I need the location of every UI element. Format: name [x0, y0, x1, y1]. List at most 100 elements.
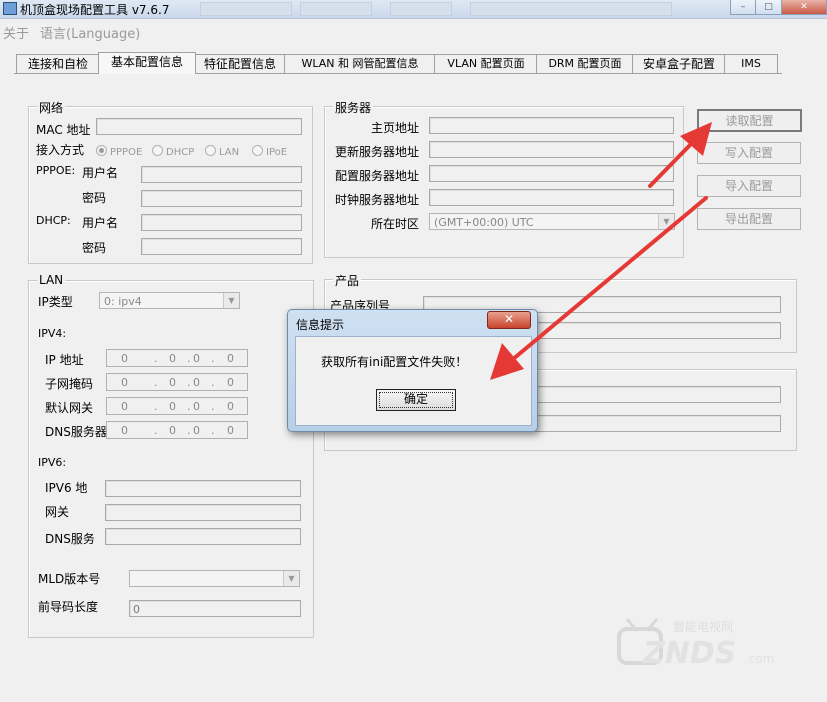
ip-octet: 0 — [169, 424, 176, 437]
close-window-button[interactable]: ✕ — [781, 0, 827, 15]
pppoe-username-field[interactable] — [141, 166, 302, 183]
config-server-field[interactable] — [429, 165, 674, 182]
import-config-button[interactable]: 导入配置 — [697, 175, 801, 197]
ip-dot: . — [211, 352, 215, 365]
title-bar: 机顶盒现场配置工具 v7.6.7 – □ ✕ — [0, 0, 827, 19]
tab-android-box[interactable]: 安卓盒子配置 — [632, 54, 726, 73]
dialog-ok-button[interactable]: 确定 — [376, 389, 456, 411]
timezone-label: 所在时区 — [371, 217, 420, 231]
ipv6-dns-label: DNS服务 — [45, 532, 95, 546]
network-legend: 网络 — [37, 99, 66, 116]
tab-basic-config[interactable]: 基本配置信息 — [98, 52, 196, 74]
ip-octet: 0 — [121, 376, 128, 389]
pppoe-password-field[interactable] — [141, 190, 302, 207]
ip-type-select[interactable]: 0: ipv4 ▼ — [99, 292, 240, 309]
watermark-suffix: .com — [745, 652, 774, 666]
ipv6-label: IPV6: — [38, 456, 67, 469]
pppoe-label: PPPOE: — [36, 164, 76, 177]
ip-address-input[interactable]: 0. 0. 0. 0 — [106, 349, 248, 367]
timezone-select[interactable]: (GMT+00:00) UTC ▼ — [429, 213, 675, 230]
tab-strip: 连接和自检 基本配置信息 特征配置信息 WLAN 和 网管配置信息 VLAN 配… — [14, 52, 784, 74]
tab-drm[interactable]: DRM 配置页面 — [536, 54, 634, 73]
window-title: 机顶盒现场配置工具 v7.6.7 — [20, 3, 170, 17]
background-tab-placeholder — [300, 2, 372, 16]
ip-octet: 0 — [121, 352, 128, 365]
mld-version-select[interactable]: ▼ — [129, 570, 300, 587]
ipv4-label: IPV4: — [38, 327, 67, 340]
radio-pppoe[interactable]: PPPOE — [96, 145, 142, 158]
ip-octet: 0 — [193, 424, 200, 437]
ipv6-address-field[interactable] — [105, 480, 301, 497]
prefix-length-label: 前导码长度 — [38, 600, 99, 614]
ip-dot: . — [154, 376, 158, 389]
pppoe-username-label: 用户名 — [82, 166, 119, 180]
radio-pppoe-label: PPPOE — [110, 147, 143, 158]
ip-octet: 0 — [227, 400, 234, 413]
subnet-mask-input[interactable]: 0. 0. 0. 0 — [106, 373, 248, 391]
dialog-title: 信息提示 — [296, 318, 345, 332]
znds-watermark: 智能电视网 ZNDS .com — [617, 618, 774, 671]
dhcp-label: DHCP: — [36, 214, 71, 227]
dns-server-input[interactable]: 0. 0. 0. 0 — [106, 421, 248, 439]
clock-server-label: 时钟服务器地址 — [335, 193, 420, 207]
ip-octet: 0 — [169, 400, 176, 413]
dhcp-password-label: 密码 — [82, 241, 107, 255]
dialog-message: 获取所有ini配置文件失败！ — [321, 355, 468, 369]
tab-connect-selfcheck[interactable]: 连接和自检 — [16, 54, 100, 73]
ip-dot: . — [211, 424, 215, 437]
update-server-field[interactable] — [429, 141, 674, 158]
background-tab-placeholder — [390, 2, 452, 16]
access-mode-label: 接入方式 — [36, 143, 85, 157]
radio-dhcp[interactable]: DHCP — [152, 145, 194, 158]
read-config-button[interactable]: 读取配置 — [697, 109, 802, 132]
mld-version-label: MLD版本号 — [38, 572, 101, 586]
dhcp-username-field[interactable] — [141, 214, 302, 231]
ip-type-value: 0: ipv4 — [104, 295, 142, 308]
product-legend: 产品 — [333, 272, 362, 289]
clock-server-field[interactable] — [429, 189, 674, 206]
ipv6-dns-field[interactable] — [105, 528, 301, 545]
prefix-length-field[interactable]: 0 — [129, 600, 301, 617]
ip-octet: 0 — [121, 424, 128, 437]
write-config-button[interactable]: 写入配置 — [697, 142, 801, 164]
maximize-button[interactable]: □ — [755, 0, 782, 15]
tab-wlan-netmgmt[interactable]: WLAN 和 网管配置信息 — [284, 54, 436, 73]
ip-address-label: IP 地址 — [45, 353, 84, 367]
ip-dot: . — [187, 400, 191, 413]
update-server-label: 更新服务器地址 — [335, 145, 420, 159]
menu-about[interactable]: 关于 — [3, 23, 29, 42]
pppoe-password-label: 密码 — [82, 191, 107, 205]
dhcp-password-field[interactable] — [141, 238, 302, 255]
mac-label: MAC 地址 — [36, 123, 91, 137]
ip-dot: . — [154, 352, 158, 365]
background-tab-placeholder — [200, 2, 292, 16]
tab-ims[interactable]: IMS — [724, 54, 778, 73]
ip-dot: . — [211, 400, 215, 413]
focus-rect — [379, 392, 453, 408]
default-gateway-input[interactable]: 0. 0. 0. 0 — [106, 397, 248, 415]
ip-dot: . — [187, 352, 191, 365]
home-address-label: 主页地址 — [371, 121, 420, 135]
home-address-field[interactable] — [429, 117, 674, 134]
radio-dot — [96, 145, 107, 156]
minimize-button[interactable]: – — [730, 0, 756, 15]
dialog-close-button[interactable]: ✕ — [487, 311, 531, 329]
ipv6-address-label: IPV6 地 — [45, 481, 88, 495]
ip-octet: 0 — [121, 400, 128, 413]
mac-field[interactable] — [96, 118, 302, 135]
ipv6-gateway-field[interactable] — [105, 504, 301, 521]
ip-dot: . — [154, 400, 158, 413]
export-config-button[interactable]: 导出配置 — [697, 208, 801, 230]
radio-ipoe[interactable]: IPoE — [252, 145, 287, 158]
tab-vlan[interactable]: VLAN 配置页面 — [434, 54, 538, 73]
ip-octet: 0 — [227, 376, 234, 389]
ip-octet: 0 — [227, 352, 234, 365]
ip-octet: 0 — [169, 352, 176, 365]
radio-ipoe-label: IPoE — [266, 147, 288, 158]
radio-lan[interactable]: LAN — [205, 145, 239, 158]
menu-language[interactable]: 语言(Language) — [40, 23, 140, 42]
chevron-down-icon: ▼ — [658, 214, 674, 229]
menu-bar: 关于 语言(Language) — [0, 20, 827, 42]
tab-feature-config[interactable]: 特征配置信息 — [194, 54, 286, 73]
ipv6-gateway-label: 网关 — [45, 505, 70, 519]
